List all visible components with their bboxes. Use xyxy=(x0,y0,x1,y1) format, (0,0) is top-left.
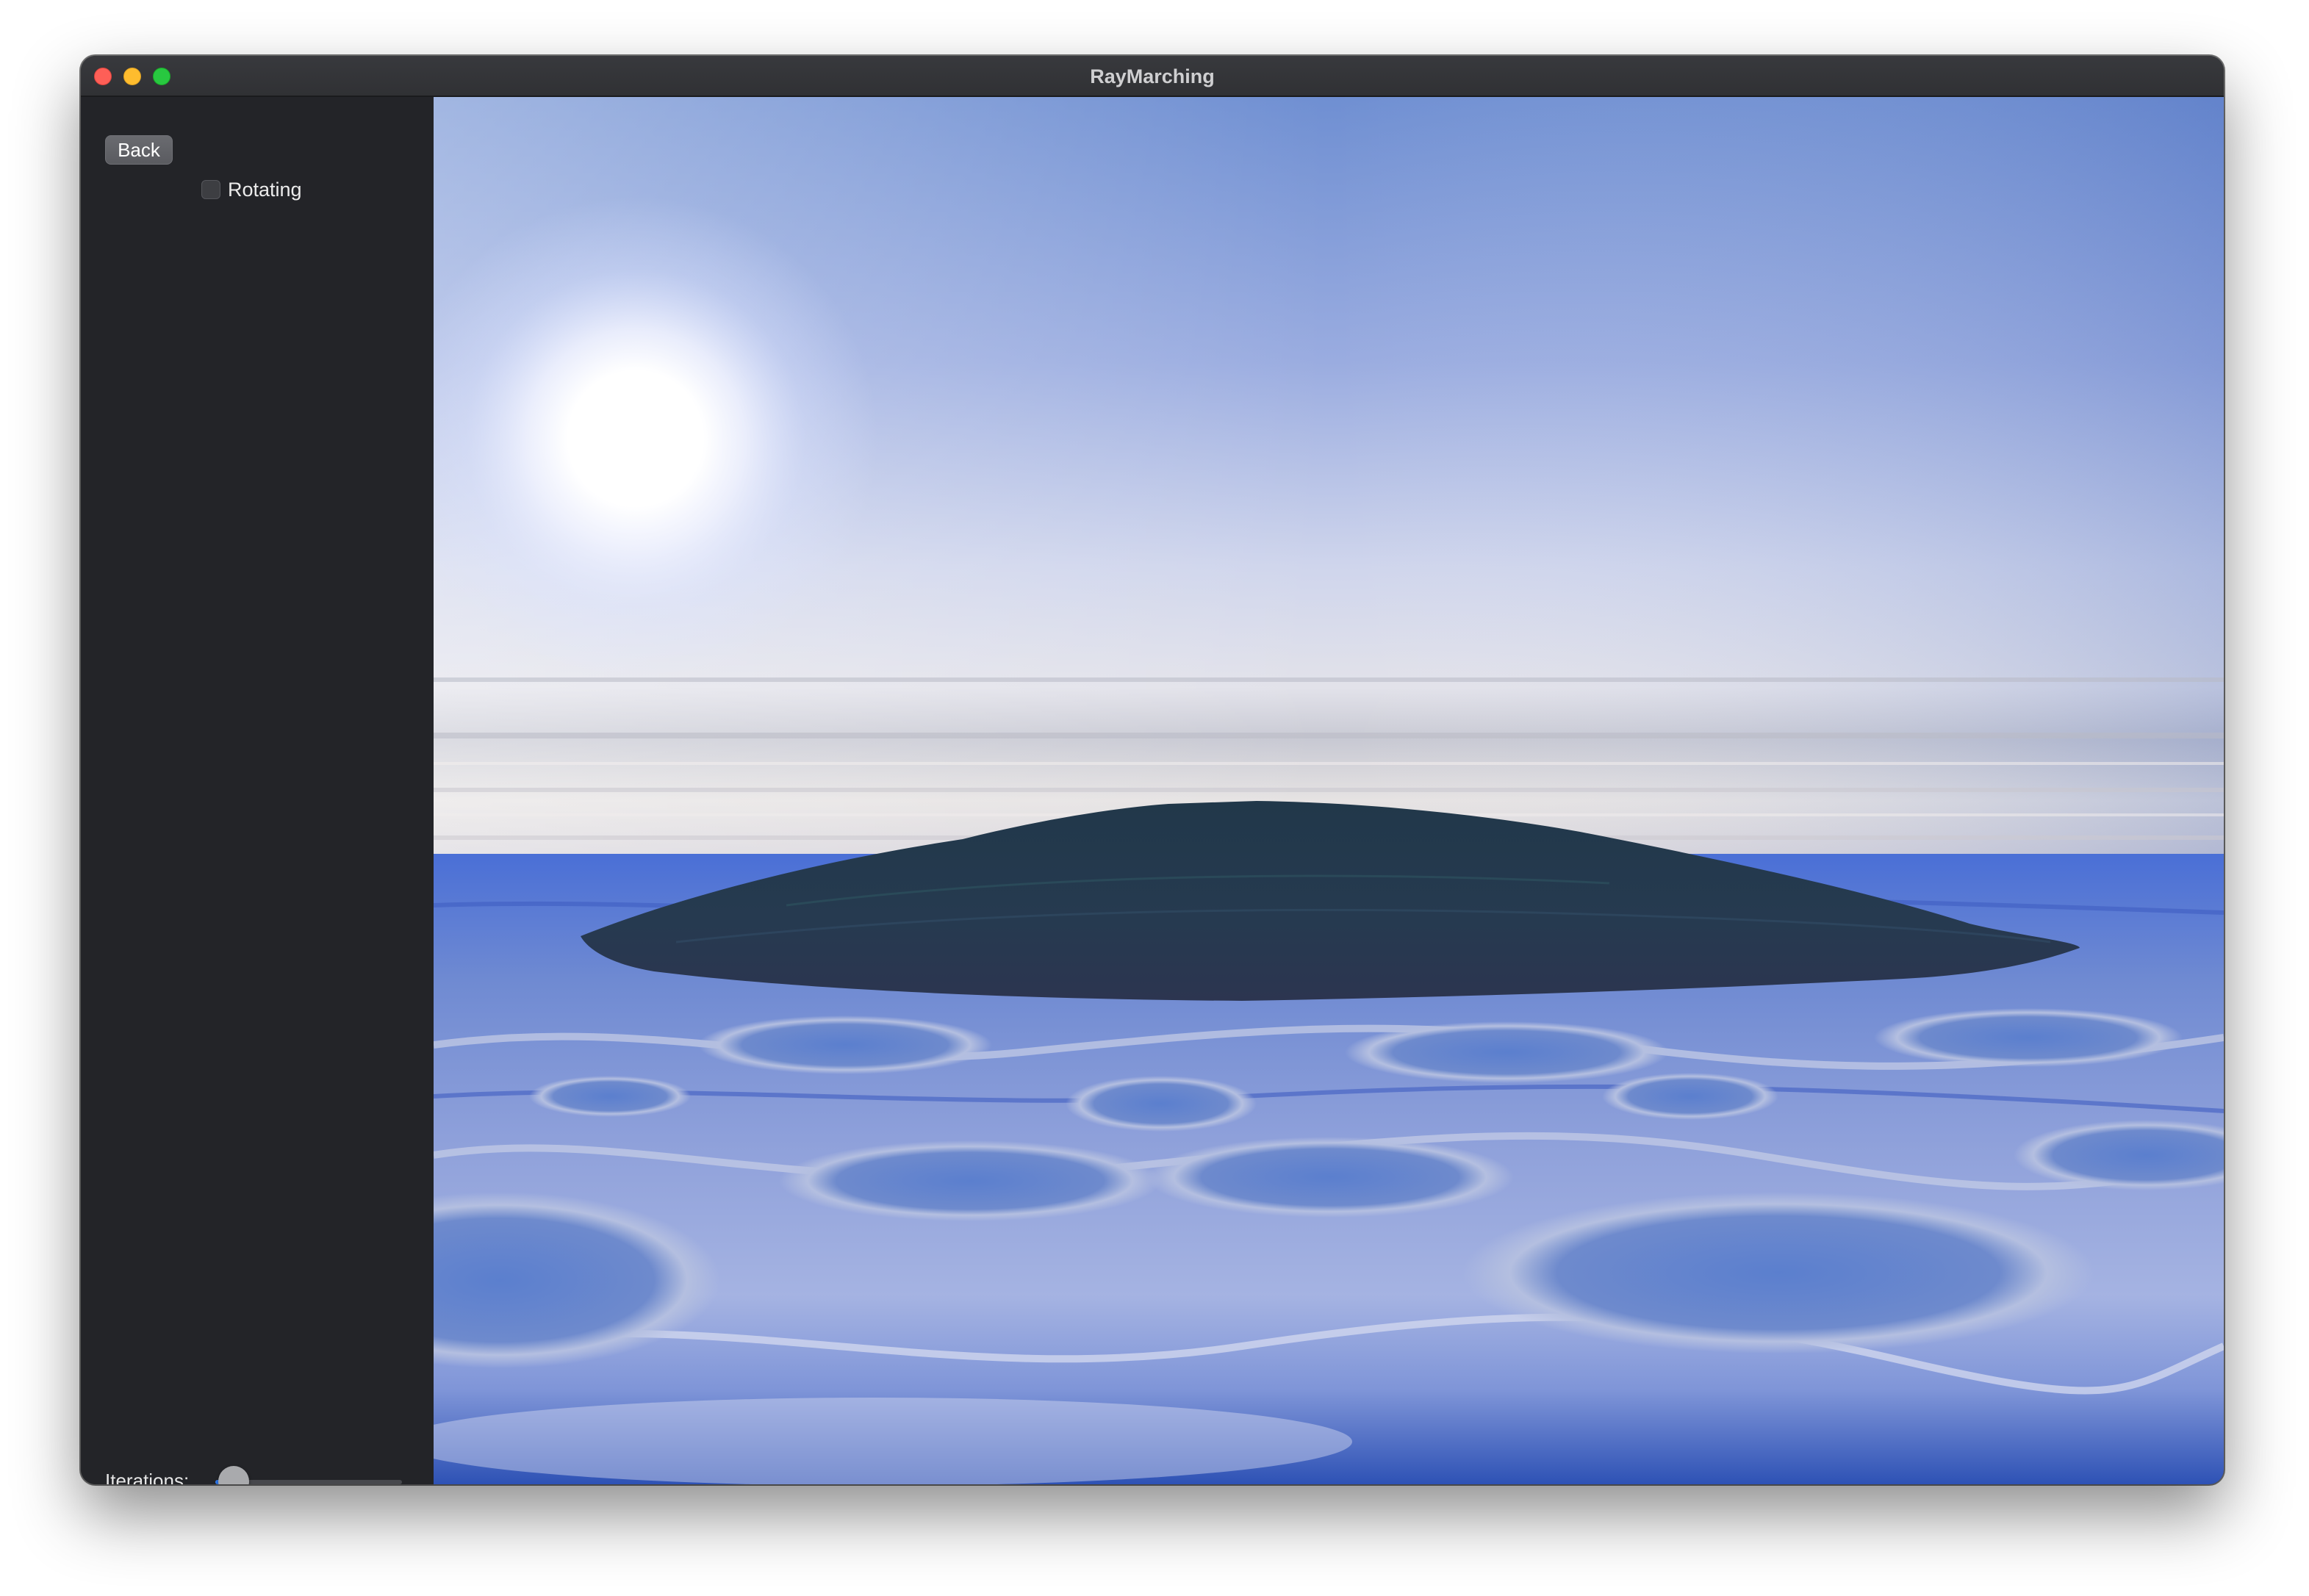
rotating-label: Rotating xyxy=(228,178,302,201)
iterations-control: Iterations: xyxy=(105,1465,414,1484)
iterations-slider[interactable] xyxy=(215,1466,402,1484)
ocean-island-render xyxy=(434,97,2224,1484)
title-bar[interactable]: RayMarching xyxy=(81,56,2224,97)
app-window: RayMarching Back Rotating Iterations: xyxy=(81,56,2224,1484)
rotating-checkbox[interactable] xyxy=(201,180,220,199)
back-button[interactable]: Back xyxy=(105,135,173,165)
render-viewport[interactable] xyxy=(434,97,2224,1484)
iterations-label: Iterations: xyxy=(105,1470,190,1484)
iterations-slider-thumb[interactable] xyxy=(218,1466,249,1484)
window-title: RayMarching xyxy=(1090,65,1215,87)
control-sidebar: Back Rotating Iterations: xyxy=(81,97,434,1484)
rotating-toggle[interactable]: Rotating xyxy=(201,178,302,201)
